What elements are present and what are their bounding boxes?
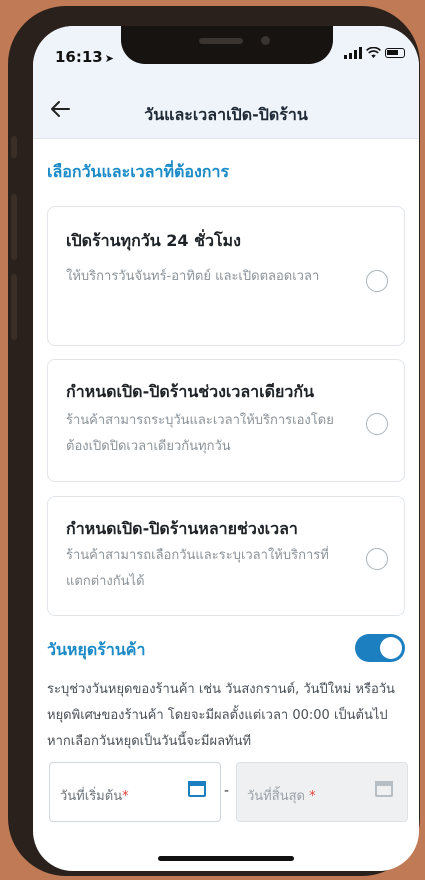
status-bar: 16:13 ➤	[33, 26, 419, 86]
required-mark: *	[309, 789, 316, 804]
option-radio[interactable]	[366, 270, 388, 292]
end-date-label-text: วันที่สิ้นสุด	[247, 789, 305, 804]
volume-up-button	[11, 194, 17, 260]
option-description: ร้านค้าสามารถเลือกวันและระบุเวลาให้บริกา…	[66, 548, 329, 589]
battery-icon	[385, 48, 405, 58]
option-title: กำหนดเปิด-ปิดร้านช่วงเวลาเดียวกัน	[66, 382, 315, 401]
holiday-toggle[interactable]	[355, 634, 405, 662]
option-title: กำหนดเปิด-ปิดร้านหลายช่วงเวลา	[66, 519, 298, 538]
speaker-grille	[199, 38, 243, 44]
notch	[121, 26, 333, 64]
option-description: ร้านค้าสามารถระบุวันและเวลาให้บริการเองโ…	[66, 413, 334, 454]
location-icon: ➤	[104, 52, 114, 65]
start-date-field[interactable]: วันที่เริ่มต้น*	[49, 762, 221, 822]
option-radio[interactable]	[366, 413, 388, 435]
holiday-description: ระบุช่วงวันหยุดของร้านค้า เช่น วันสงกราน…	[47, 682, 395, 749]
date-range-separator: -	[224, 783, 230, 799]
required-mark: *	[122, 789, 129, 804]
start-date-label-text: วันที่เริ่มต้น	[60, 789, 123, 804]
status-time: 16:13 ➤	[55, 48, 114, 66]
option-card-same-hours[interactable]: กำหนดเปิด-ปิดร้านช่วงเวลาเดียวกัน ร้านค้…	[47, 359, 405, 482]
option-card-multiple-hours[interactable]: กำหนดเปิด-ปิดร้านหลายช่วงเวลา ร้านค้าสาม…	[47, 496, 405, 616]
volume-down-button	[11, 274, 17, 340]
option-description: ให้บริการวันจันทร์-อาทิตย์ และเปิดตลอดเว…	[66, 269, 320, 284]
nav-bar: วันและเวลาเปิด-ปิดร้าน	[33, 86, 419, 139]
phone-frame: 16:13 ➤ วันและเวลาเปิด-ปิดร้าน เลือกวันแ…	[8, 6, 420, 876]
status-icons	[344, 47, 405, 59]
holiday-title: วันหยุดร้านค้า	[47, 640, 146, 659]
option-radio[interactable]	[366, 548, 388, 570]
end-date-field[interactable]: วันที่สิ้นสุด *	[236, 762, 408, 822]
option-card-24h[interactable]: เปิดร้านทุกวัน 24 ชั่วโมง ให้บริการวันจั…	[47, 206, 405, 346]
calendar-icon[interactable]	[188, 781, 206, 797]
option-title: เปิดร้านทุกวัน 24 ชั่วโมง	[66, 231, 241, 250]
status-time-text: 16:13	[55, 48, 103, 66]
start-date-label: วันที่เริ่มต้น*	[60, 785, 129, 806]
wifi-icon	[366, 47, 381, 58]
home-indicator[interactable]	[158, 856, 294, 861]
front-camera	[261, 36, 270, 45]
calendar-icon[interactable]	[375, 781, 393, 797]
signal-icon	[344, 47, 362, 59]
page-title: วันและเวลาเปิด-ปิดร้าน	[144, 105, 308, 124]
mute-switch	[11, 136, 17, 158]
toggle-knob	[380, 637, 402, 659]
section-title: เลือกวันและเวลาที่ต้องการ	[47, 162, 230, 181]
screen: 16:13 ➤ วันและเวลาเปิด-ปิดร้าน เลือกวันแ…	[33, 26, 419, 871]
end-date-label: วันที่สิ้นสุด *	[247, 785, 316, 806]
